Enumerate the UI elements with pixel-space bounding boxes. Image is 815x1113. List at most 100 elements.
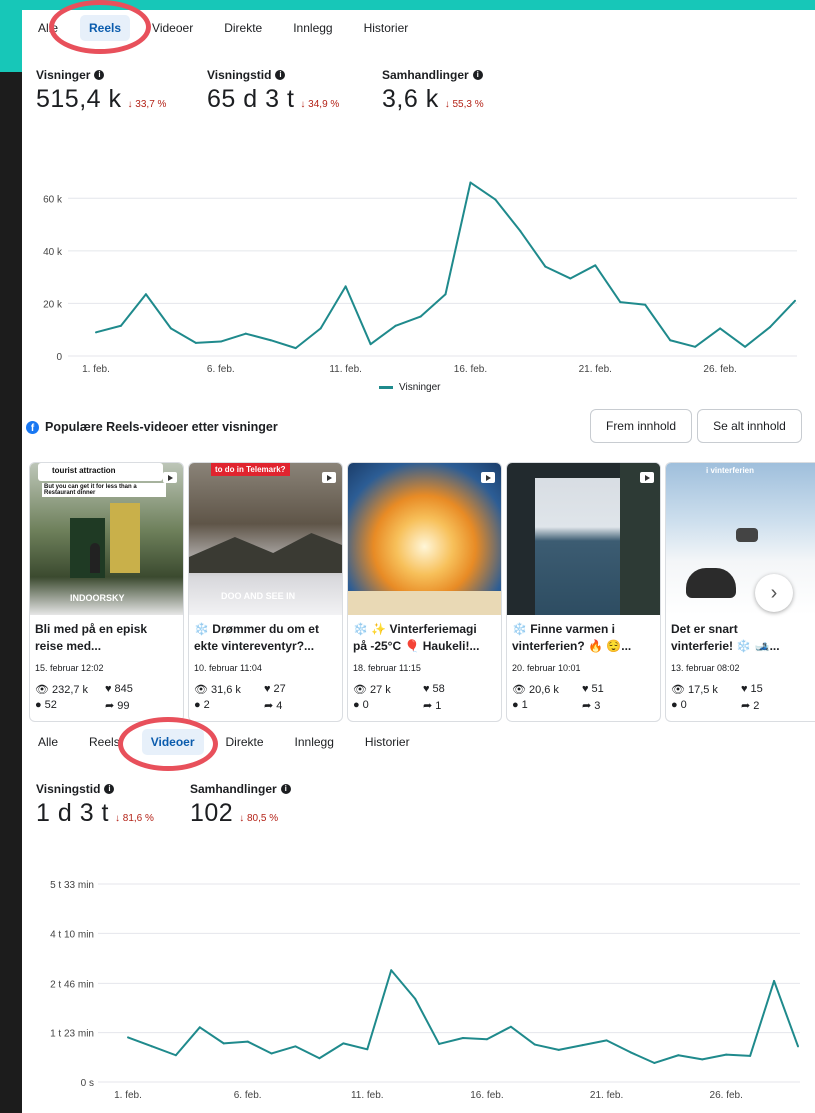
series-line — [95, 181, 796, 350]
shares-value: 99 — [117, 699, 130, 712]
data-point — [174, 1054, 177, 1057]
section-title: f Populære Reels-videoer etter visninger — [26, 420, 278, 434]
tab-historier[interactable]: Historier — [355, 15, 418, 41]
y-tick-label: 60 k — [43, 194, 63, 205]
data-point — [438, 1042, 441, 1045]
door-shape — [620, 463, 660, 615]
y-tick-label: 4 t 10 min — [50, 929, 94, 940]
views-value: 17,5 k — [687, 683, 718, 696]
heart-icon: ♥ — [582, 683, 589, 695]
info-icon[interactable]: i — [280, 784, 291, 794]
tab-direkte[interactable]: Direkte — [215, 15, 271, 41]
x-tick-label: 11. feb. — [351, 1090, 384, 1101]
comments-value: 0 — [680, 699, 687, 711]
views-stat: 👁 20,6 k — [512, 683, 559, 697]
info-icon[interactable]: i — [275, 70, 286, 80]
x-tick-label: 11. feb. — [329, 364, 362, 375]
tab-reels[interactable]: Reels — [80, 15, 131, 41]
reel-card[interactable]: tourist attraction But you can get it fo… — [29, 462, 184, 722]
views-value: 232,7 k — [51, 683, 89, 696]
chevron-right-icon[interactable]: › — [755, 574, 793, 612]
info-icon[interactable]: i — [472, 70, 483, 80]
tab-innlegg[interactable]: Innlegg — [284, 15, 341, 41]
data-point — [222, 1042, 225, 1045]
shares-stat: ➦ 1 — [423, 699, 441, 713]
frem-innhold-button[interactable]: Frem innhold — [590, 409, 692, 443]
tab-videoer[interactable]: Videoer — [143, 15, 202, 41]
data-point — [194, 341, 197, 344]
likes-value: 845 — [114, 683, 133, 695]
metric-value: 65 d 3 t — [207, 85, 295, 113]
views-value: 31,6 k — [210, 683, 241, 696]
x-tick-label: 1. feb. — [82, 364, 110, 375]
x-tick-label: 16. feb. — [454, 364, 487, 375]
metric-value: 3,6 k — [382, 85, 439, 113]
doorway-view — [535, 478, 620, 615]
data-point — [319, 327, 322, 330]
legend-swatch — [379, 386, 393, 389]
data-point — [414, 997, 417, 1000]
info-icon[interactable]: i — [104, 784, 115, 794]
data-point — [150, 1045, 153, 1048]
metric-samhandlinger: Samhandlinger i 3,6 k ↓ 55,3 % — [382, 68, 484, 114]
tab-direkte[interactable]: Direkte — [217, 729, 273, 755]
series-line — [127, 969, 799, 1064]
reel-thumbnail — [507, 463, 660, 615]
metric-label: Visningstid — [207, 68, 272, 82]
info-icon[interactable]: i — [94, 70, 105, 80]
data-point — [519, 230, 522, 233]
reel-thumbnail: tourist attraction But you can get it fo… — [30, 463, 183, 615]
comments-stat: ● 0 — [353, 699, 369, 711]
data-point — [719, 327, 722, 330]
legend-label: Visninger — [399, 382, 441, 393]
reel-date: 10. februar 11:04 — [194, 663, 262, 673]
comments-value: 1 — [521, 699, 528, 711]
reel-title: ❄️ ✨ Vinterferiemagi på -25°C 🎈 Haukeli!… — [353, 622, 480, 653]
reel-date: 15. februar 12:02 — [35, 663, 104, 673]
metric-change: ↓ 33,7 % — [127, 99, 167, 110]
tab-videoer[interactable]: Videoer — [141, 729, 204, 755]
tab-reels[interactable]: Reels — [80, 729, 129, 755]
comment-icon: ● — [35, 699, 42, 711]
doorway-shape — [110, 503, 140, 573]
reel-card[interactable]: ❄️ ✨ Vinterferiemagi på -25°C 🎈 Haukeli!… — [347, 462, 502, 722]
data-point — [605, 1039, 608, 1042]
data-point — [749, 1054, 752, 1057]
views-stat: 👁 31,6 k — [194, 683, 241, 697]
views-value: 20,6 k — [528, 683, 559, 696]
tab-historier[interactable]: Historier — [356, 729, 419, 755]
data-point — [744, 345, 747, 348]
comments-stat: ● 52 — [35, 699, 57, 711]
y-tick-label: 20 k — [43, 299, 63, 310]
reel-title: ❄️ Drømmer du om et ekte vintereventyr?.… — [194, 622, 319, 653]
reel-title: Bli med på en episk reise med... — [35, 622, 148, 653]
tab-alle[interactable]: Alle — [29, 729, 67, 755]
reel-card[interactable]: to do in Telemark? DOO AND SEE IN ❄️ Drø… — [188, 462, 343, 722]
x-tick-label: 21. feb. — [579, 364, 612, 375]
metric-label: Visninger — [36, 68, 91, 82]
video-icon — [163, 472, 177, 483]
shares-value: 3 — [594, 699, 601, 712]
data-point — [95, 331, 97, 334]
metric-visningstid: Visningstid i 65 d 3 t ↓ 34,9 % — [207, 68, 339, 114]
shares-stat: ➦ 2 — [741, 699, 759, 713]
metric-visningstid: Visningstid i 1 d 3 t ↓ 81,6 % — [36, 782, 154, 828]
person-shape — [90, 543, 100, 573]
data-point — [269, 339, 272, 342]
reel-card[interactable]: ❄️ Finne varmen i vinterferien? 🔥 😌... 2… — [506, 462, 661, 722]
data-point — [619, 301, 622, 304]
data-point — [694, 345, 697, 348]
comment-icon: ● — [194, 699, 201, 711]
share-icon: ➦ — [582, 700, 592, 712]
se-alt-innhold-button[interactable]: Se alt innhold — [697, 409, 802, 443]
overlay-text: tourist attraction — [52, 466, 116, 475]
data-point — [533, 1043, 536, 1046]
comments-stat: ● 1 — [512, 699, 528, 711]
data-point — [669, 339, 672, 342]
tab-alle[interactable]: Alle — [29, 15, 67, 41]
data-point — [419, 315, 422, 318]
metric-value: 515,4 k — [36, 85, 122, 113]
views-line-chart: 0 20 k 40 k 60 k 1. feb. 6. feb. 11. feb. 16. f… — [43, 181, 797, 375]
comment-icon: ● — [512, 699, 519, 711]
tab-innlegg[interactable]: Innlegg — [286, 729, 343, 755]
